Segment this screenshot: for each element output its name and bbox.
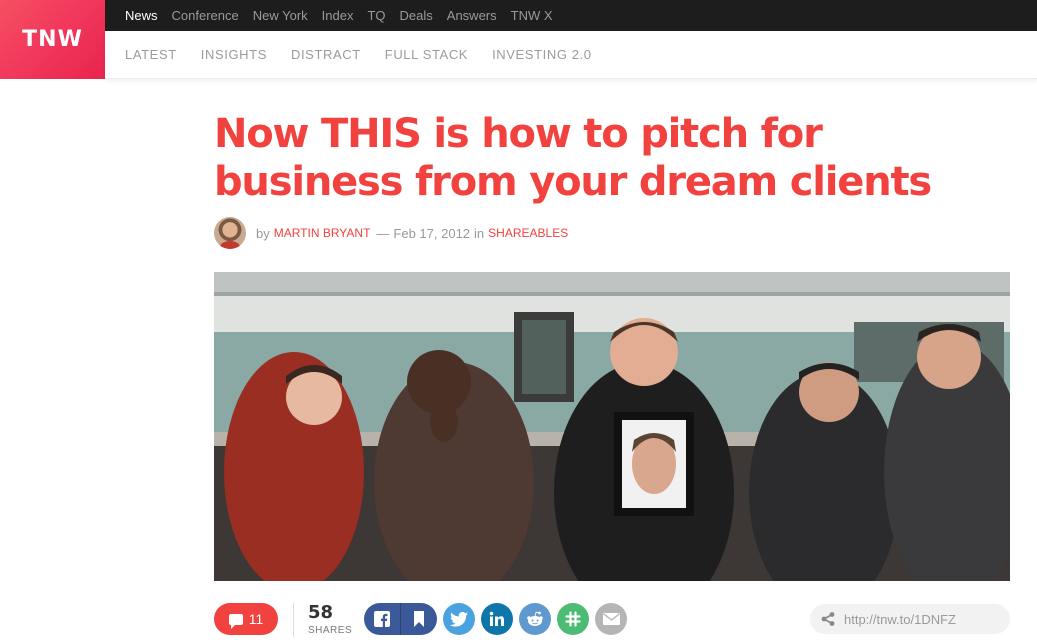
share-bar: 11 58 SHARES http://tnw.to/1DNFZ — [214, 600, 1010, 640]
reddit-share-button[interactable] — [519, 603, 551, 635]
mail-icon — [602, 613, 620, 625]
reddit-icon — [527, 611, 543, 626]
slack-share-button[interactable] — [557, 603, 589, 635]
article-date: Feb 17, 2012 — [393, 225, 471, 241]
bookmark-icon — [414, 611, 424, 627]
byline-in: in — [474, 225, 485, 241]
subnav-insights[interactable]: INSIGHTS — [201, 47, 267, 62]
facebook-share-button[interactable] — [364, 603, 400, 635]
comments-count: 11 — [248, 611, 264, 627]
topnav-tq[interactable]: TQ — [367, 8, 385, 23]
slack-icon — [565, 611, 581, 627]
topnav-news[interactable]: News — [125, 8, 158, 23]
link-icon — [820, 611, 836, 627]
article-title: Now THIS is how to pitch for business fr… — [214, 111, 932, 205]
article-byline: by MARTIN BRYANT — Feb 17, 2012 in SHARE… — [214, 217, 568, 249]
shares-label: SHARES — [308, 625, 353, 636]
subnav-latest[interactable]: LATEST — [125, 47, 177, 62]
comments-button[interactable]: 11 — [214, 603, 278, 635]
author-link[interactable]: MARTIN BRYANT — [274, 226, 371, 240]
shares-count: 58 — [308, 602, 334, 623]
facebook-icon — [374, 611, 390, 627]
byline-by: by — [256, 225, 270, 241]
subnav-distract[interactable]: DISTRACT — [291, 47, 361, 62]
category-link[interactable]: SHAREABLES — [488, 226, 568, 240]
tnw-logo-text: TNW — [22, 27, 83, 52]
facebook-save-button[interactable] — [401, 603, 437, 635]
tnw-logo[interactable]: TNW — [0, 0, 105, 79]
topnav-deals[interactable]: Deals — [400, 8, 433, 23]
linkedin-icon — [489, 611, 504, 626]
short-url-text: http://tnw.to/1DNFZ — [844, 611, 956, 627]
byline-separator: — — [376, 225, 390, 241]
email-share-button[interactable] — [595, 603, 627, 635]
subnav-full-stack[interactable]: FULL STACK — [385, 47, 468, 62]
short-url-field[interactable]: http://tnw.to/1DNFZ — [810, 604, 1010, 634]
topnav-conference[interactable]: Conference — [172, 8, 239, 23]
twitter-icon — [450, 611, 468, 627]
comment-icon — [228, 613, 243, 629]
topnav-tnw-x[interactable]: TNW X — [511, 8, 553, 23]
author-avatar[interactable] — [214, 217, 246, 249]
hero-image — [214, 272, 1010, 581]
topnav-new-york[interactable]: New York — [253, 8, 308, 23]
top-navigation: News Conference New York Index TQ Deals … — [105, 0, 1037, 31]
facebook-share-group — [364, 603, 437, 635]
topnav-index[interactable]: Index — [322, 8, 354, 23]
twitter-share-button[interactable] — [443, 603, 475, 635]
linkedin-share-button[interactable] — [481, 603, 513, 635]
topnav-answers[interactable]: Answers — [447, 8, 497, 23]
share-divider — [293, 603, 294, 637]
section-navigation: LATEST INSIGHTS DISTRACT FULL STACK INVE… — [105, 31, 1037, 79]
subnav-investing[interactable]: INVESTING 2.0 — [492, 47, 592, 62]
